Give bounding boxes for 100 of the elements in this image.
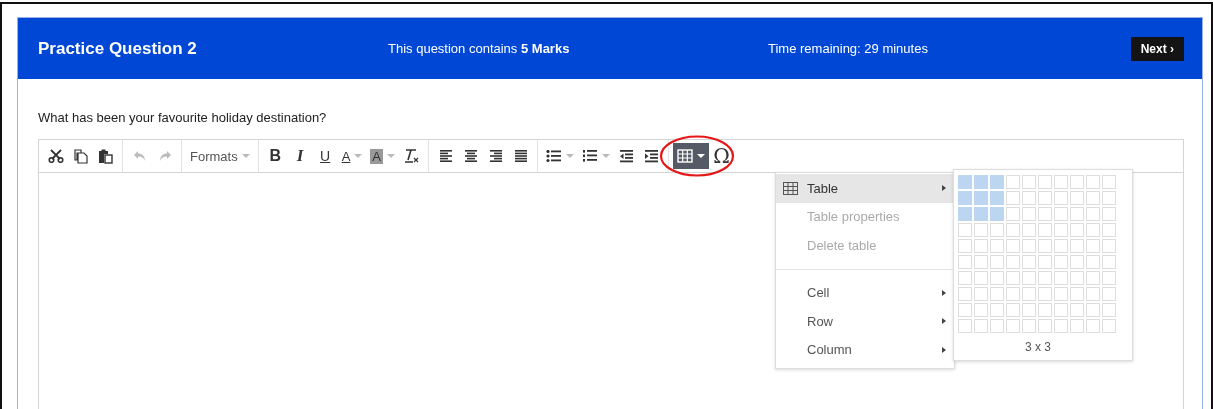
grid-cell[interactable] — [958, 303, 972, 317]
menu-item[interactable]: Row — [776, 307, 954, 336]
italic-button[interactable]: I — [287, 143, 313, 169]
grid-cell[interactable] — [1102, 239, 1116, 253]
grid-cell[interactable] — [1102, 207, 1116, 221]
grid-cell[interactable] — [974, 255, 988, 269]
grid-cell[interactable] — [974, 207, 988, 221]
grid-cell[interactable] — [1054, 223, 1068, 237]
grid-cell[interactable] — [1006, 207, 1020, 221]
grid-cell[interactable] — [958, 223, 972, 237]
grid-cell[interactable] — [1038, 271, 1052, 285]
grid-cell[interactable] — [990, 255, 1004, 269]
grid-cell[interactable] — [990, 303, 1004, 317]
grid-cell[interactable] — [1038, 319, 1052, 333]
grid-cell[interactable] — [1070, 191, 1084, 205]
grid-cell[interactable] — [1006, 271, 1020, 285]
grid-cell[interactable] — [1006, 255, 1020, 269]
grid-cell[interactable] — [990, 175, 1004, 189]
grid-cell[interactable] — [1006, 287, 1020, 301]
next-button[interactable]: Next › — [1130, 36, 1184, 61]
grid-cell[interactable] — [974, 287, 988, 301]
grid-cell[interactable] — [1070, 287, 1084, 301]
grid-cell[interactable] — [1086, 175, 1100, 189]
grid-cell[interactable] — [1054, 255, 1068, 269]
grid-cell[interactable] — [1022, 239, 1036, 253]
grid-cell[interactable] — [1054, 287, 1068, 301]
grid-cell[interactable] — [990, 271, 1004, 285]
grid-cell[interactable] — [958, 255, 972, 269]
grid-cell[interactable] — [1006, 319, 1020, 333]
grid-cell[interactable] — [1022, 207, 1036, 221]
grid-cell[interactable] — [1054, 191, 1068, 205]
grid-cell[interactable] — [1006, 223, 1020, 237]
grid-cell[interactable] — [974, 175, 988, 189]
grid-cell[interactable] — [1006, 239, 1020, 253]
bold-button[interactable]: B — [262, 143, 288, 169]
menu-item[interactable]: Table — [776, 174, 954, 203]
underline-button[interactable]: U — [312, 143, 338, 169]
grid-cell[interactable] — [974, 271, 988, 285]
grid-cell[interactable] — [1102, 255, 1116, 269]
grid-cell[interactable] — [1102, 223, 1116, 237]
grid-cell[interactable] — [1086, 191, 1100, 205]
grid-cell[interactable] — [1070, 175, 1084, 189]
grid-cell[interactable] — [1022, 303, 1036, 317]
grid-cell[interactable] — [1006, 191, 1020, 205]
grid-cell[interactable] — [1054, 207, 1068, 221]
formats-dropdown[interactable]: Formats — [186, 143, 254, 169]
menu-item[interactable]: Cell — [776, 278, 954, 307]
grid-cell[interactable] — [1102, 287, 1116, 301]
grid-cell[interactable] — [1102, 175, 1116, 189]
grid-cell[interactable] — [1054, 175, 1068, 189]
grid-cell[interactable] — [958, 319, 972, 333]
grid-cell[interactable] — [1038, 175, 1052, 189]
grid-cell[interactable] — [1022, 175, 1036, 189]
grid-cell[interactable] — [1038, 287, 1052, 301]
grid-cell[interactable] — [990, 287, 1004, 301]
grid-cell[interactable] — [1070, 271, 1084, 285]
grid-cell[interactable] — [974, 303, 988, 317]
grid-cell[interactable] — [990, 191, 1004, 205]
grid-cell[interactable] — [1054, 303, 1068, 317]
grid-cell[interactable] — [1022, 319, 1036, 333]
grid-cell[interactable] — [958, 207, 972, 221]
grid-cell[interactable] — [1070, 319, 1084, 333]
grid-cell[interactable] — [1086, 255, 1100, 269]
grid-cell[interactable] — [1022, 223, 1036, 237]
table-button[interactable] — [673, 143, 709, 169]
grid-cell[interactable] — [1086, 271, 1100, 285]
grid-cell[interactable] — [1086, 207, 1100, 221]
grid-cell[interactable] — [1070, 303, 1084, 317]
grid-cell[interactable] — [1070, 223, 1084, 237]
grid-cell[interactable] — [1022, 255, 1036, 269]
grid-cell[interactable] — [958, 191, 972, 205]
grid-cell[interactable] — [1006, 303, 1020, 317]
grid-cell[interactable] — [990, 207, 1004, 221]
grid-cell[interactable] — [1086, 223, 1100, 237]
grid-cell[interactable] — [1054, 271, 1068, 285]
background-color-button[interactable]: A — [366, 143, 399, 169]
grid-cell[interactable] — [1022, 287, 1036, 301]
grid-cell[interactable] — [958, 271, 972, 285]
grid-cell[interactable] — [1038, 223, 1052, 237]
grid-cell[interactable] — [1038, 191, 1052, 205]
grid-cell[interactable] — [1054, 239, 1068, 253]
grid-cell[interactable] — [1086, 287, 1100, 301]
grid-cell[interactable] — [1054, 319, 1068, 333]
grid-cell[interactable] — [1070, 255, 1084, 269]
grid-cell[interactable] — [1102, 271, 1116, 285]
menu-item[interactable]: Column — [776, 335, 954, 364]
grid-cell[interactable] — [1086, 303, 1100, 317]
grid-cell[interactable] — [1022, 191, 1036, 205]
grid-cell[interactable] — [1102, 319, 1116, 333]
grid-cell[interactable] — [974, 319, 988, 333]
grid-cell[interactable] — [1070, 239, 1084, 253]
grid-cell[interactable] — [974, 223, 988, 237]
grid-cell[interactable] — [974, 239, 988, 253]
grid-cell[interactable] — [958, 175, 972, 189]
text-color-button[interactable]: A — [337, 143, 367, 169]
grid-cell[interactable] — [1086, 319, 1100, 333]
grid-cell[interactable] — [990, 239, 1004, 253]
grid-cell[interactable] — [990, 319, 1004, 333]
grid-cell[interactable] — [1102, 191, 1116, 205]
grid-cell[interactable] — [1006, 175, 1020, 189]
